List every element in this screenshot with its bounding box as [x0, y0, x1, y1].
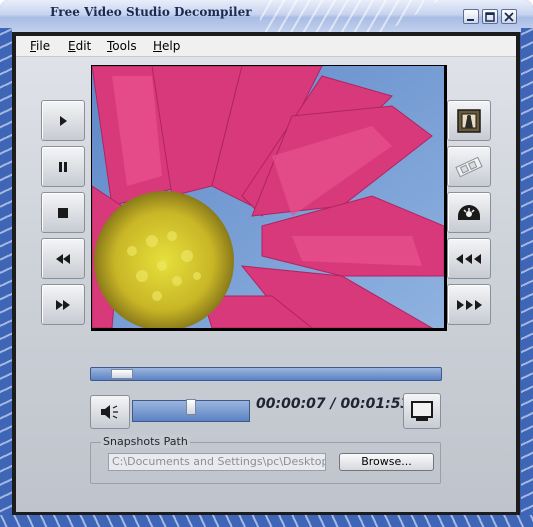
pause-button[interactable]	[41, 146, 85, 187]
fast-forward-icon	[56, 299, 70, 310]
right-frame-edge	[521, 28, 533, 523]
maximize-button[interactable]	[482, 9, 498, 24]
close-button[interactable]	[501, 9, 517, 24]
maximize-icon	[485, 11, 495, 22]
seek-bar[interactable]	[90, 367, 442, 381]
app-window: Free Video Studio Decompiler File Edit T…	[0, 0, 533, 527]
left-frame-edge	[0, 28, 12, 523]
minimize-icon	[467, 18, 474, 21]
stop-icon	[58, 207, 68, 218]
close-icon	[504, 11, 514, 22]
film-strip-icon	[455, 156, 483, 177]
monitor-icon	[411, 401, 433, 421]
browse-button[interactable]: Browse...	[339, 453, 434, 471]
video-frame-image	[92, 66, 444, 328]
speaker-icon	[101, 405, 118, 419]
play-button[interactable]	[41, 100, 85, 141]
next-frames-button[interactable]	[447, 284, 491, 325]
snapshots-path-group: Snapshots Path C:\Documents and Settings…	[90, 435, 441, 484]
play-icon	[60, 115, 67, 126]
previous-frames-icon	[456, 253, 481, 264]
menu-file[interactable]: File	[30, 39, 50, 53]
snapshots-path-label: Snapshots Path	[101, 435, 190, 448]
title-bar[interactable]: Free Video Studio Decompiler	[0, 0, 533, 32]
client-area: File Edit Tools Help 00:00:07 / 00:01:53…	[12, 32, 520, 515]
time-separator: /	[325, 396, 341, 412]
menu-edit[interactable]: Edit	[68, 39, 91, 53]
menu-bar: File Edit Tools Help	[16, 36, 516, 57]
menu-tools[interactable]: Tools	[107, 39, 137, 53]
player-panel: 00:00:07 / 00:01:53 Snapshots Path C:\Do…	[16, 57, 516, 512]
volume-slider[interactable]	[132, 399, 250, 422]
stop-button[interactable]	[41, 192, 85, 233]
browse-button-label: Browse...	[361, 455, 412, 468]
volume-thumb[interactable]	[186, 399, 196, 415]
time-total: 00:01:53	[340, 396, 411, 412]
video-display[interactable]	[91, 65, 447, 331]
rewind-icon	[56, 253, 70, 264]
film-strip-button[interactable]	[447, 146, 491, 187]
previous-frames-button[interactable]	[447, 238, 491, 279]
snapshot-picture-icon	[457, 108, 481, 133]
snapshots-path-field[interactable]: C:\Documents and Settings\pc\Desktop	[108, 453, 326, 471]
capture-button[interactable]	[447, 192, 491, 233]
minimize-button[interactable]	[463, 9, 479, 24]
fullscreen-button[interactable]	[403, 393, 441, 429]
title-bar-decoration	[260, 0, 440, 32]
bottom-frame-edge	[0, 515, 533, 527]
time-readout: 00:00:07 / 00:01:53	[256, 396, 410, 412]
capture-icon	[458, 204, 480, 220]
fast-forward-button[interactable]	[41, 284, 85, 325]
next-frames-icon	[457, 299, 482, 310]
snapshot-button[interactable]	[447, 100, 491, 141]
seek-thumb[interactable]	[111, 369, 133, 379]
mute-button[interactable]	[90, 395, 130, 429]
pause-icon	[59, 161, 67, 172]
window-title: Free Video Studio Decompiler	[50, 5, 252, 19]
time-current: 00:00:07	[256, 396, 326, 412]
rewind-button[interactable]	[41, 238, 85, 279]
menu-help[interactable]: Help	[153, 39, 180, 53]
